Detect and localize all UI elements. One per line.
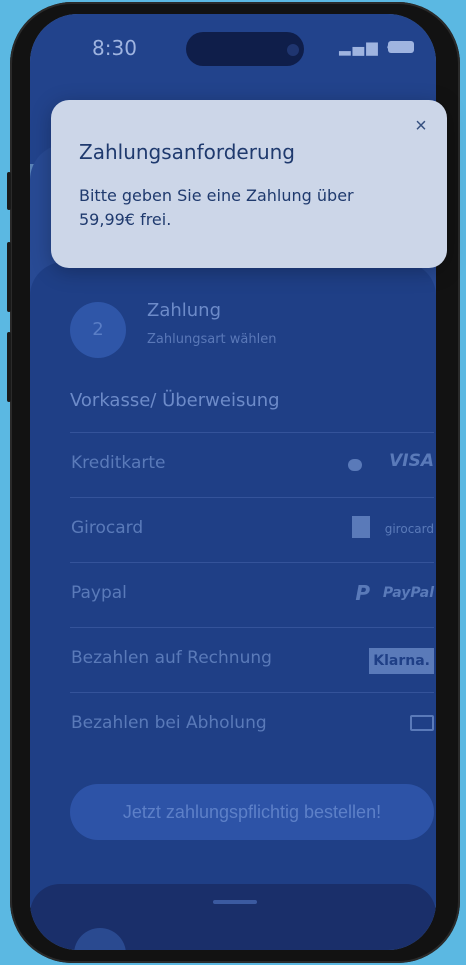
order-button[interactable]: Jetzt zahlungspflichtig bestellen! — [70, 784, 434, 840]
side-button — [7, 172, 11, 210]
payment-option-rechnung[interactable]: Bezahlen auf Rechnung Klarna. — [70, 627, 434, 692]
battery-icon — [388, 41, 414, 53]
girocard-logo: girocard — [384, 522, 434, 536]
step-number-badge: 2 — [70, 302, 126, 358]
payment-request-notification[interactable]: × Zahlungsanforderung Bitte geben Sie ei… — [51, 100, 447, 268]
payment-option-girocard[interactable]: Girocard girocard — [70, 497, 434, 562]
close-icon[interactable]: × — [409, 114, 433, 138]
payment-option-label: Bezahlen bei Abholung — [71, 713, 267, 733]
step-title: Zahlung — [147, 300, 222, 321]
notification-title: Zahlungsanforderung — [79, 140, 296, 164]
status-time: 8:30 — [92, 36, 137, 60]
payment-option-label: Paypal — [71, 583, 127, 603]
payment-option-label: Kreditkarte — [71, 453, 166, 473]
visa-logo: VISA — [389, 451, 434, 471]
payment-option-label: Bezahlen auf Rechnung — [71, 648, 272, 668]
home-indicator[interactable] — [213, 900, 257, 904]
paypal-logo: PayPal — [382, 585, 434, 601]
payment-option-label: Girocard — [71, 518, 144, 538]
payment-option-abholung[interactable]: Bezahlen bei Abholung — [70, 692, 434, 757]
payment-option-paypal[interactable]: Paypal P PayPal — [70, 562, 434, 627]
girocard-icon — [352, 516, 370, 538]
payment-option-vorkasse[interactable]: Vorkasse/ Überweisung — [70, 390, 280, 411]
notification-body: Bitte geben Sie eine Zahlung über 59,99€… — [79, 186, 354, 229]
step-subtitle: Zahlungsart wählen — [147, 332, 277, 347]
paypal-icon: P — [355, 581, 370, 605]
camera-dot — [287, 44, 299, 56]
volume-down-button — [7, 332, 11, 402]
volume-up-button — [7, 242, 11, 312]
cash-icon — [410, 715, 434, 731]
klarna-logo: Klarna. — [369, 648, 434, 674]
payment-option-kreditkarte[interactable]: Kreditkarte VISA — [70, 432, 434, 497]
toggle-icon — [348, 459, 362, 471]
